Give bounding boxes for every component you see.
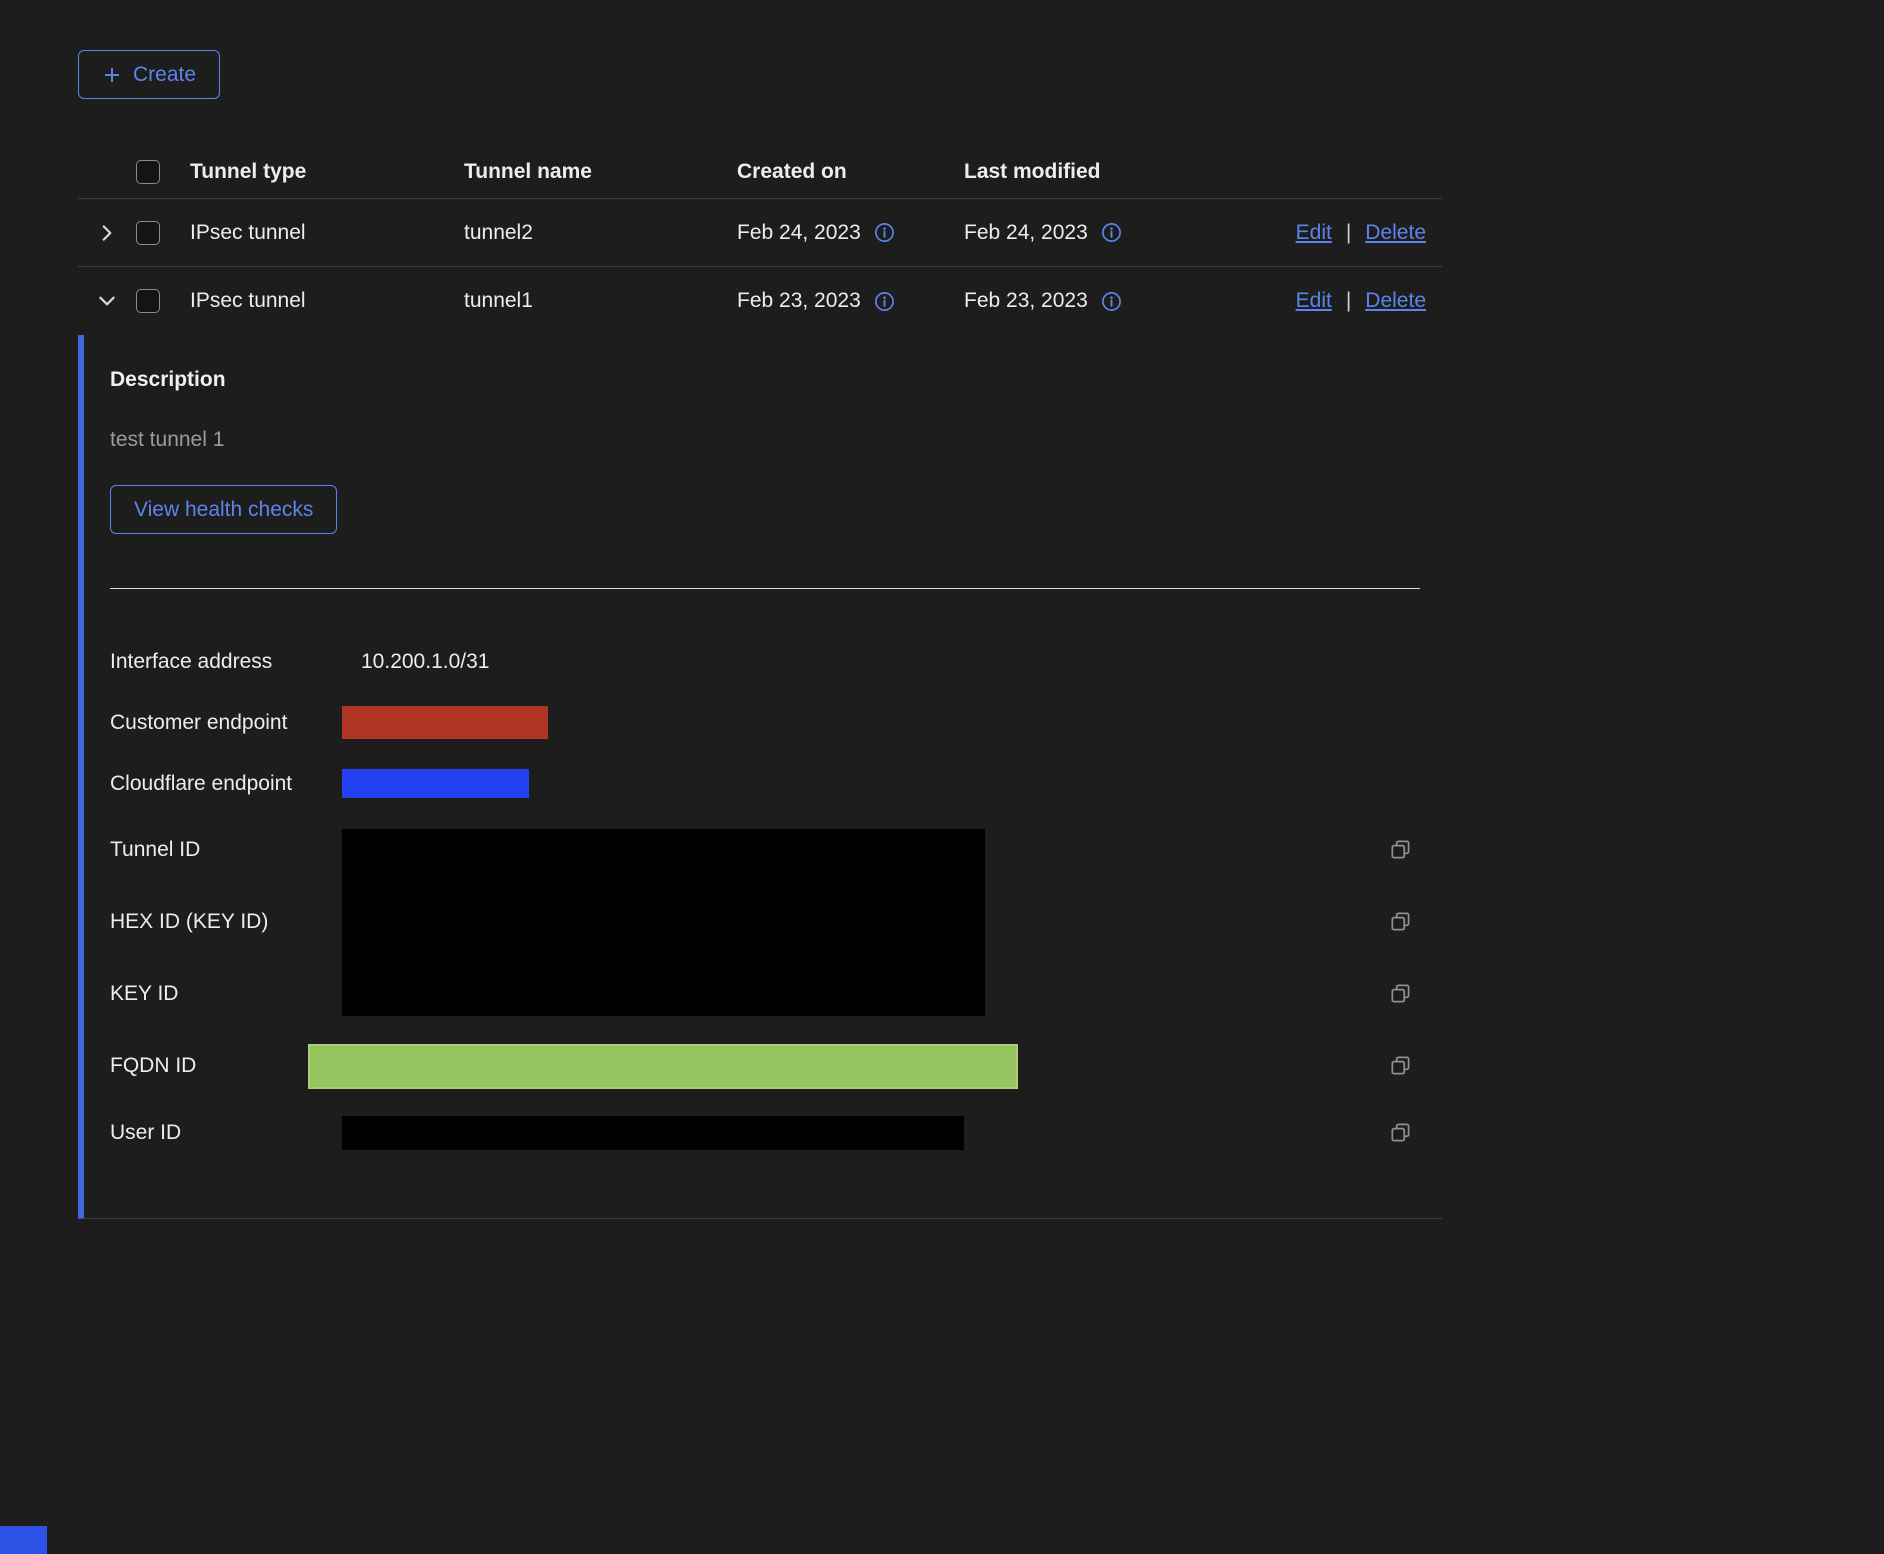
info-icon[interactable] — [1101, 222, 1122, 243]
table-header-row: Tunnel type Tunnel name Created on Last … — [78, 146, 1442, 199]
copy-icon[interactable] — [1388, 1120, 1414, 1146]
copy-icon[interactable] — [1388, 837, 1414, 863]
tunnel-id-label: Tunnel ID — [110, 814, 342, 886]
row-checkbox[interactable] — [136, 221, 160, 245]
info-icon[interactable] — [874, 222, 895, 243]
table-row: IPsec tunnel tunnel1 Feb 23, 2023 Feb 23… — [78, 267, 1442, 335]
description-label: Description — [110, 368, 1442, 392]
cloudflare-endpoint-row: Cloudflare endpoint — [110, 753, 1442, 814]
edit-link[interactable]: Edit — [1296, 289, 1332, 313]
last-modified-value: Feb 23, 2023 — [964, 289, 1088, 313]
edit-link[interactable]: Edit — [1296, 221, 1332, 245]
partial-blue-element — [0, 1526, 47, 1554]
last-modified-value: Feb 24, 2023 — [964, 221, 1088, 245]
tunnel-detail-fields: Interface address 10.200.1.0/31 Customer… — [110, 631, 1442, 1163]
interface-address-row: Interface address 10.200.1.0/31 — [110, 631, 1442, 692]
delete-link[interactable]: Delete — [1365, 289, 1426, 313]
id-fields-redaction — [342, 829, 985, 1016]
created-on-value: Feb 24, 2023 — [737, 221, 861, 245]
tunnel-type-cell: IPsec tunnel — [190, 221, 464, 245]
key-id-label: KEY ID — [110, 958, 342, 1030]
customer-endpoint-label: Customer endpoint — [110, 711, 342, 735]
id-fields-group: Tunnel ID HEX ID (KEY ID) KEY ID — [110, 814, 1442, 1030]
delete-link[interactable]: Delete — [1365, 221, 1426, 245]
hex-id-label: HEX ID (KEY ID) — [110, 886, 342, 958]
cloudflare-endpoint-label: Cloudflare endpoint — [110, 772, 342, 796]
user-id-row: User ID — [110, 1102, 1442, 1163]
tunnels-table: Tunnel type Tunnel name Created on Last … — [78, 146, 1442, 1219]
header-last-modified: Last modified — [964, 160, 1281, 184]
panel-divider — [110, 588, 1420, 589]
description-value: test tunnel 1 — [110, 428, 1442, 452]
interface-address-value: 10.200.1.0/31 — [361, 650, 489, 674]
view-health-checks-label: View health checks — [134, 499, 313, 520]
chevron-down-icon[interactable] — [92, 286, 122, 316]
created-on-value: Feb 23, 2023 — [737, 289, 861, 313]
tunnel-type-cell: IPsec tunnel — [190, 289, 464, 313]
fqdn-id-redaction — [308, 1044, 1018, 1089]
info-icon[interactable] — [874, 291, 895, 312]
chevron-right-icon[interactable] — [92, 218, 122, 248]
plus-icon — [102, 65, 122, 85]
tunnel-name-cell: tunnel1 — [464, 289, 737, 313]
interface-address-label: Interface address — [110, 650, 342, 674]
actions-separator: | — [1346, 221, 1351, 245]
copy-icon[interactable] — [1388, 981, 1414, 1007]
info-icon[interactable] — [1101, 291, 1122, 312]
tunnel-name-cell: tunnel2 — [464, 221, 737, 245]
expanded-row-panel: Description test tunnel 1 View health ch… — [78, 335, 1442, 1219]
cloudflare-endpoint-redaction — [342, 769, 529, 798]
create-button-label: Create — [133, 64, 196, 85]
header-tunnel-type: Tunnel type — [190, 160, 464, 184]
user-id-redaction — [342, 1116, 964, 1150]
row-checkbox[interactable] — [136, 289, 160, 313]
fqdn-id-row: FQDN ID — [110, 1030, 1442, 1102]
create-button[interactable]: Create — [78, 50, 220, 99]
user-id-label: User ID — [110, 1121, 342, 1145]
copy-icon[interactable] — [1388, 909, 1414, 935]
header-created-on: Created on — [737, 160, 964, 184]
customer-endpoint-row: Customer endpoint — [110, 692, 1442, 753]
header-select-all-checkbox[interactable] — [136, 160, 160, 184]
tunnels-page: Create Tunnel type Tunnel name Created o… — [78, 50, 1442, 1219]
customer-endpoint-redaction — [342, 706, 548, 739]
actions-separator: | — [1346, 289, 1351, 313]
table-row: IPsec tunnel tunnel2 Feb 24, 2023 Feb 24… — [78, 199, 1442, 267]
view-health-checks-button[interactable]: View health checks — [110, 485, 337, 534]
header-tunnel-name: Tunnel name — [464, 160, 737, 184]
copy-icon[interactable] — [1388, 1053, 1414, 1079]
